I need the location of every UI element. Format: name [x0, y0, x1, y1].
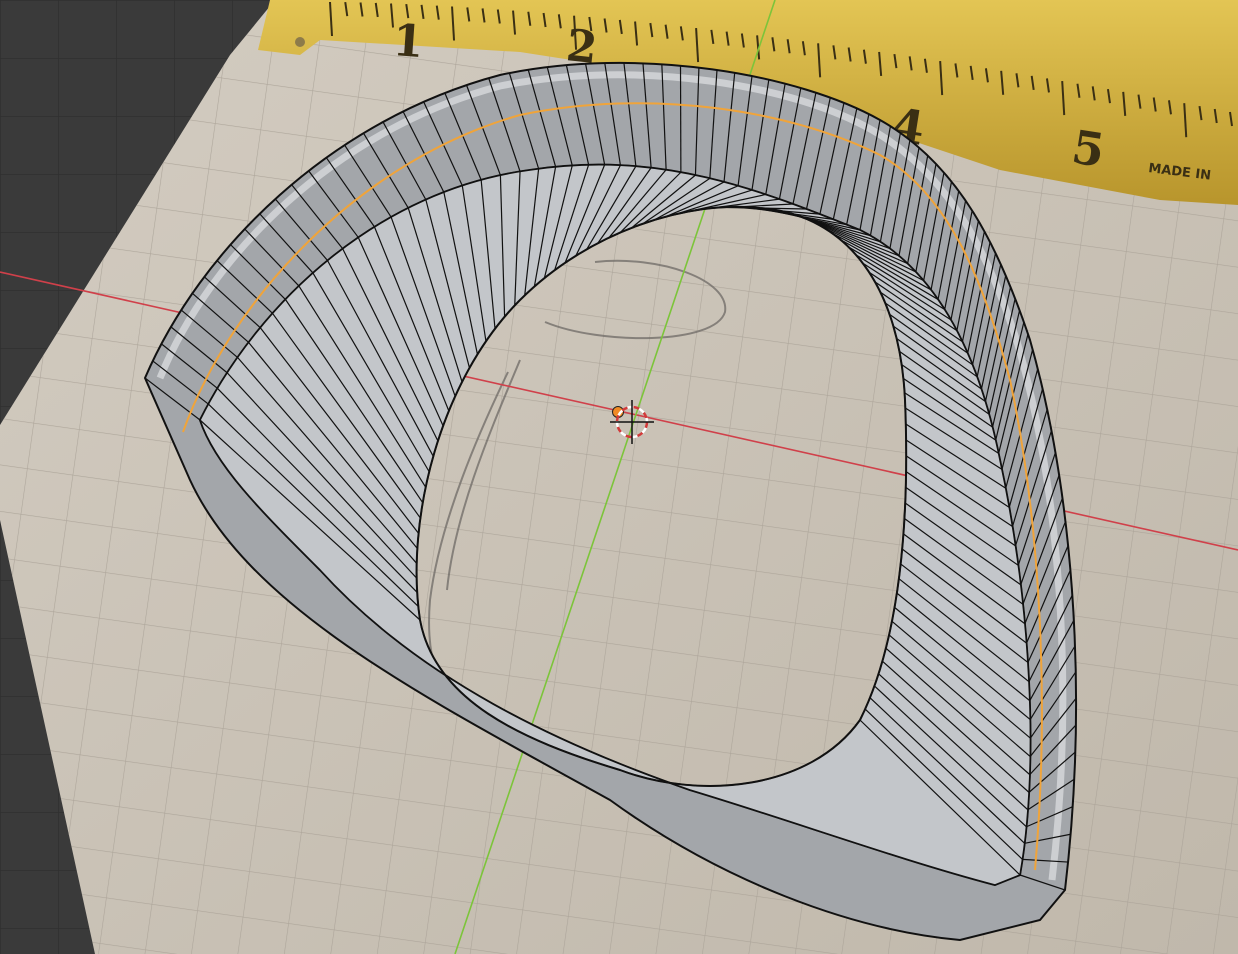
tape-rivet [295, 37, 305, 47]
viewport-scene[interactable]: 1 2 4 5 MADE IN [0, 0, 1238, 954]
3d-viewport[interactable]: 1 2 4 5 MADE IN [0, 0, 1238, 954]
tape-number-1: 1 [391, 15, 425, 68]
